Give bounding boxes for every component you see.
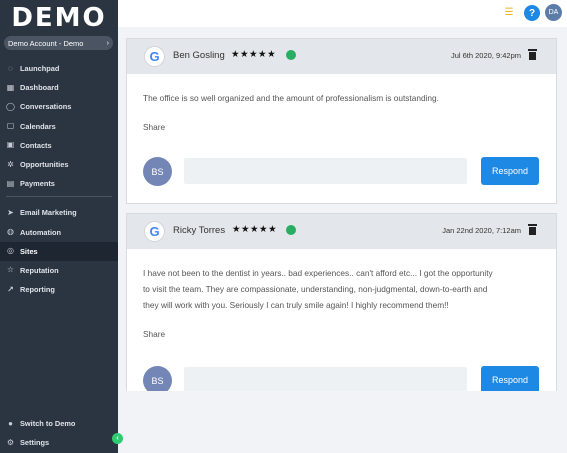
sidebar-item-conversations[interactable]: ◯ Conversations	[0, 97, 118, 116]
payments-icon: ▤	[6, 178, 15, 188]
sidebar-item-payments[interactable]: ▤ Payments	[0, 174, 118, 193]
logo-text: DEMO	[11, 3, 107, 33]
delete-icon[interactable]	[528, 224, 537, 235]
sidebar-item-switch-to-demo[interactable]: ● Switch to Demo	[0, 414, 118, 433]
chevron-right-icon: ›	[106, 39, 109, 47]
sidebar-item-label: Reporting	[20, 285, 55, 295]
sidebar-item-dashboard[interactable]: ▦ Dashboard	[0, 78, 118, 97]
sidebar-item-label: Reputation	[20, 265, 59, 275]
sidebar-item-label: Dashboard	[20, 83, 59, 93]
sidebar-item-label: Settings	[20, 438, 50, 448]
logo[interactable]: DEMO	[0, 0, 118, 36]
share-link[interactable]: Share	[143, 122, 165, 132]
sidebar-footer: ● Switch to Demo ⚙ Settings	[0, 414, 118, 452]
review-text-line: to visit the team. They are compassionat…	[143, 284, 488, 294]
positive-sentiment-icon	[286, 225, 296, 235]
rocket-icon: ◌	[8, 63, 13, 73]
globe-icon: ◎	[7, 246, 14, 256]
sidebar-item-reputation[interactable]: ☆ Reputation	[0, 261, 118, 280]
sidebar-item-calendars[interactable]: ▢ Calendars	[0, 117, 118, 136]
review-text: I have not been to the dentist in years.…	[143, 265, 493, 313]
review-header: G Ricky Torres ★★★★★ Jan 22nd 2020, 7:12…	[127, 214, 556, 249]
sidebar: DEMO Demo Account - Demo › ◌ Launchpad ▦ D…	[0, 0, 118, 453]
review-header: G Ben Gosling ★★★★★ Jul 6th 2020, 9:42pm	[127, 39, 556, 74]
collapse-sidebar-button[interactable]: ‹	[112, 433, 123, 444]
review-text-line: The office is so well organized and the …	[143, 93, 439, 103]
sidebar-item-label: Switch to Demo	[20, 419, 76, 429]
review-text-line: I have not been to the dentist in years.…	[143, 268, 493, 278]
sidebar-item-sites[interactable]: ◎ Sites	[0, 241, 118, 261]
automation-icon: ◍	[7, 227, 14, 237]
sidebar-item-label: Payments	[20, 179, 55, 189]
sidebar-nav: ◌ Launchpad ▦ Dashboard ◯ Conversations ▢ Ca…	[0, 59, 118, 299]
review-card: G Ricky Torres ★★★★★ Jan 22nd 2020, 7:12…	[126, 213, 557, 391]
sidebar-item-label: Calendars	[20, 121, 56, 131]
contacts-icon: ▣	[6, 140, 15, 150]
sidebar-item-settings[interactable]: ⚙ Settings	[0, 433, 118, 452]
sidebar-item-contacts[interactable]: ▣ Contacts	[0, 136, 118, 155]
help-button[interactable]: ?	[524, 5, 540, 21]
dashboard-icon: ▦	[6, 82, 15, 92]
reviews-list[interactable]: G Ben Gosling ★★★★★ Jul 6th 2020, 9:42pm…	[126, 38, 557, 391]
chat-icon: ◯	[6, 101, 15, 111]
sidebar-item-label: Sites	[20, 246, 38, 256]
gear-icon: ⚙	[6, 437, 15, 447]
account-label: Demo Account - Demo	[8, 38, 84, 48]
review-text-line: they will work with you. Seriously I can…	[143, 300, 449, 310]
reply-avatar: BS	[143, 366, 172, 391]
sidebar-item-launchpad[interactable]: ◌ Launchpad	[0, 59, 118, 78]
reply-input[interactable]	[184, 367, 467, 391]
google-icon: G	[144, 46, 165, 67]
reply-avatar: BS	[143, 157, 172, 186]
sidebar-divider	[6, 196, 112, 198]
sidebar-item-reporting[interactable]: ↗ Reporting	[0, 280, 118, 299]
review-date: Jan 22nd 2020, 7:12am	[442, 226, 521, 235]
send-icon: ➤	[7, 207, 14, 217]
star-icon: ☆	[6, 265, 15, 275]
share-link[interactable]: Share	[143, 329, 165, 339]
star-rating: ★★★★★	[231, 49, 277, 60]
sidebar-item-automation[interactable]: ◍ Automation	[0, 223, 118, 242]
star-rating: ★★★★★	[232, 224, 278, 235]
list-icon[interactable]: ☰	[503, 7, 515, 19]
reply-input[interactable]	[184, 158, 467, 184]
reviewer-name: Ricky Torres	[173, 225, 226, 236]
sidebar-item-label: Launchpad	[20, 64, 60, 74]
user-avatar[interactable]: DA	[545, 4, 562, 21]
google-icon: G	[144, 221, 165, 242]
delete-icon[interactable]	[528, 49, 537, 60]
calendar-icon: ▢	[6, 121, 15, 131]
review-card: G Ben Gosling ★★★★★ Jul 6th 2020, 9:42pm…	[126, 38, 557, 204]
reviewer-name: Ben Gosling	[173, 50, 225, 61]
sidebar-item-label: Conversations	[20, 102, 72, 112]
sidebar-item-label: Contacts	[20, 140, 52, 150]
switch-icon: ●	[8, 418, 13, 428]
sidebar-item-label: Automation	[20, 227, 62, 237]
chart-icon: ↗	[7, 284, 14, 294]
account-switcher[interactable]: Demo Account - Demo ›	[4, 36, 113, 50]
respond-button[interactable]: Respond	[481, 157, 539, 185]
sidebar-item-opportunities[interactable]: ✲ Opportunities	[0, 155, 118, 174]
sidebar-item-label: Email Marketing	[20, 208, 77, 218]
top-bar: ☰ ? DA	[118, 0, 567, 27]
sidebar-item-label: Opportunities	[20, 160, 69, 170]
positive-sentiment-icon	[286, 50, 296, 60]
opportunities-icon: ✲	[7, 159, 14, 169]
sidebar-item-email-marketing[interactable]: ➤ Email Marketing	[0, 203, 118, 222]
respond-button[interactable]: Respond	[481, 366, 539, 391]
review-date: Jul 6th 2020, 9:42pm	[450, 51, 521, 60]
review-text: The office is so well organized and the …	[143, 90, 439, 106]
